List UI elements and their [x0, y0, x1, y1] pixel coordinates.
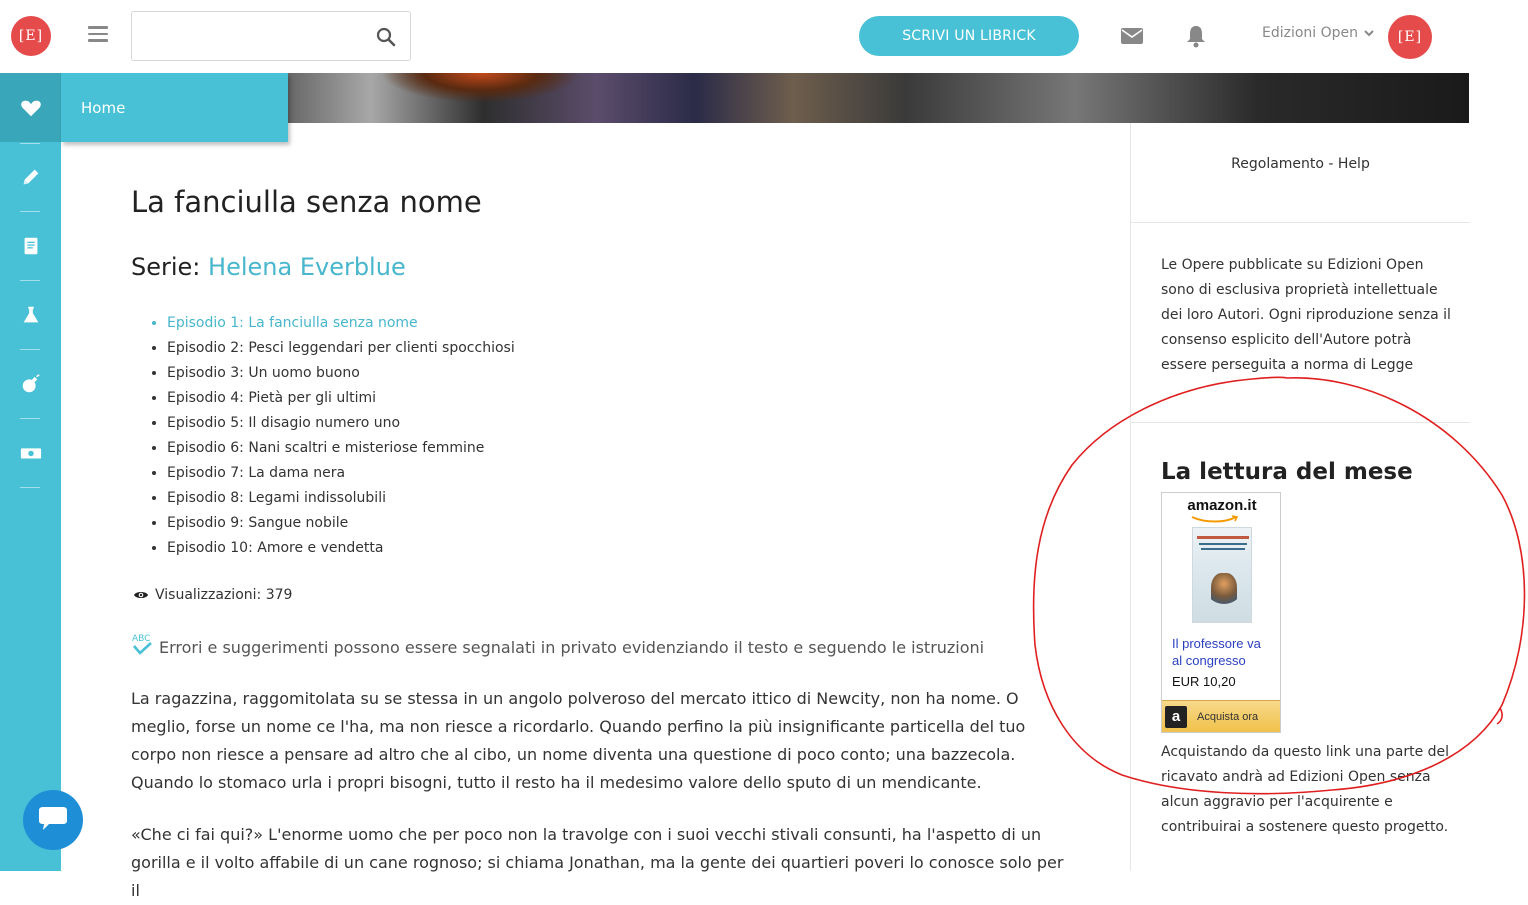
reading-of-month-title: La lettura del mese	[1161, 459, 1413, 485]
sidebar-item-home[interactable]	[0, 73, 61, 142]
svg-text:ABC: ABC	[132, 634, 150, 644]
episode-item: Episodio 10: Amore e vendetta	[167, 537, 515, 562]
page-title: La fanciulla senza nome	[131, 185, 482, 219]
spellcheck-icon: ABC	[132, 634, 152, 655]
book-cover-image[interactable]	[1192, 527, 1252, 623]
flask-icon	[23, 306, 38, 322]
bell-icon[interactable]	[1185, 24, 1207, 48]
episode-item[interactable]: Episodio 1: La fanciulla senza nome	[167, 312, 515, 337]
amazon-book-title[interactable]: Il professore va al congresso	[1172, 635, 1272, 669]
mail-icon[interactable]	[1120, 26, 1144, 46]
amazon-price: EUR 10,20	[1172, 674, 1236, 689]
episode-list: Episodio 1: La fanciulla senza nome Epis…	[167, 312, 515, 562]
write-librick-button[interactable]: SCRIVI UN LIBRICK	[859, 16, 1079, 56]
episode-item: Episodio 4: Pietà per gli ultimi	[167, 387, 515, 412]
episode-item: Episodio 9: Sangue nobile	[167, 512, 515, 537]
purchase-note: Acquistando da questo link una parte del…	[1161, 744, 1450, 835]
series-prefix: Serie:	[131, 253, 201, 281]
sidebar-item-library[interactable]	[0, 211, 61, 280]
pencil-icon	[23, 169, 38, 184]
menu-icon[interactable]	[88, 26, 108, 46]
divider	[1131, 422, 1470, 423]
episode-item: Episodio 7: La dama nera	[167, 462, 515, 487]
story-paragraph: La ragazzina, raggomitolata su se stessa…	[131, 689, 1026, 792]
divider	[1131, 222, 1470, 223]
feedback-note-text: Errori e suggerimenti possono essere seg…	[159, 638, 985, 657]
user-menu[interactable]: Edizioni Open	[1262, 25, 1374, 41]
user-avatar[interactable]: [E]	[1388, 15, 1432, 59]
episode-item: Episodio 8: Legami indissolubili	[167, 487, 515, 512]
copyright-notice: Le Opere pubblicate su Edizioni Open son…	[1161, 257, 1451, 373]
sidebar-tooltip-home: Home	[61, 73, 288, 142]
sidebar-item-challenges[interactable]	[0, 349, 61, 418]
book-icon	[24, 237, 37, 254]
series-heading: Serie: Helena Everblue	[131, 253, 406, 281]
series-link[interactable]: Helena Everblue	[208, 253, 406, 281]
right-sidebar: Regolamento - Help Le Opere pubblicate s…	[1130, 123, 1470, 871]
search-box	[131, 11, 411, 61]
amazon-smile-icon	[1191, 515, 1239, 523]
feedback-note: ABC Errori e suggerimenti possono essere…	[131, 631, 984, 657]
site-logo[interactable]: [E]	[11, 16, 51, 56]
bomb-icon	[22, 373, 40, 392]
eye-icon	[134, 592, 148, 598]
sidebar-item-earnings[interactable]	[0, 418, 61, 487]
amazon-logo: amazon.it	[1187, 497, 1257, 514]
amazon-product-card[interactable]: amazon.it Il professore va al congresso …	[1161, 492, 1281, 733]
chat-icon	[39, 807, 67, 830]
user-name: Edizioni Open	[1262, 25, 1359, 41]
sidebar	[0, 73, 61, 871]
episode-item: Episodio 6: Nani scaltri e misteriose fe…	[167, 437, 515, 462]
amazon-buy-label: Acquista ora	[1197, 710, 1259, 723]
episode-item: Episodio 5: Il disagio numero uno	[167, 412, 515, 437]
logo-text: [E]	[18, 28, 44, 44]
chat-button[interactable]	[23, 790, 83, 850]
search-input[interactable]	[144, 12, 364, 58]
views-label: Visualizzazioni: 379	[155, 587, 293, 603]
sidebar-item-lab[interactable]	[0, 280, 61, 349]
money-icon	[20, 447, 41, 458]
amazon-a-icon: a	[1165, 705, 1187, 728]
views-counter: Visualizzazioni: 379	[133, 587, 292, 603]
chevron-down-icon	[1364, 30, 1374, 37]
heart-icon	[20, 100, 41, 116]
top-bar: [E] SCRIVI UN LIBRICK Edizioni Open [E]	[0, 0, 1528, 73]
episode-item: Episodio 3: Un uomo buono	[167, 362, 515, 387]
story-paragraph: «Che ci fai qui?» L'enorme uomo che per …	[131, 825, 1064, 900]
rules-help-link[interactable]: Regolamento - Help	[1131, 156, 1470, 172]
avatar-text: [E]	[1397, 29, 1423, 45]
sidebar-item-write[interactable]	[0, 142, 61, 211]
episode-item: Episodio 2: Pesci leggendari per clienti…	[167, 337, 515, 362]
search-icon[interactable]	[376, 27, 396, 47]
amazon-buy-button[interactable]: a Acquista ora	[1162, 700, 1280, 732]
